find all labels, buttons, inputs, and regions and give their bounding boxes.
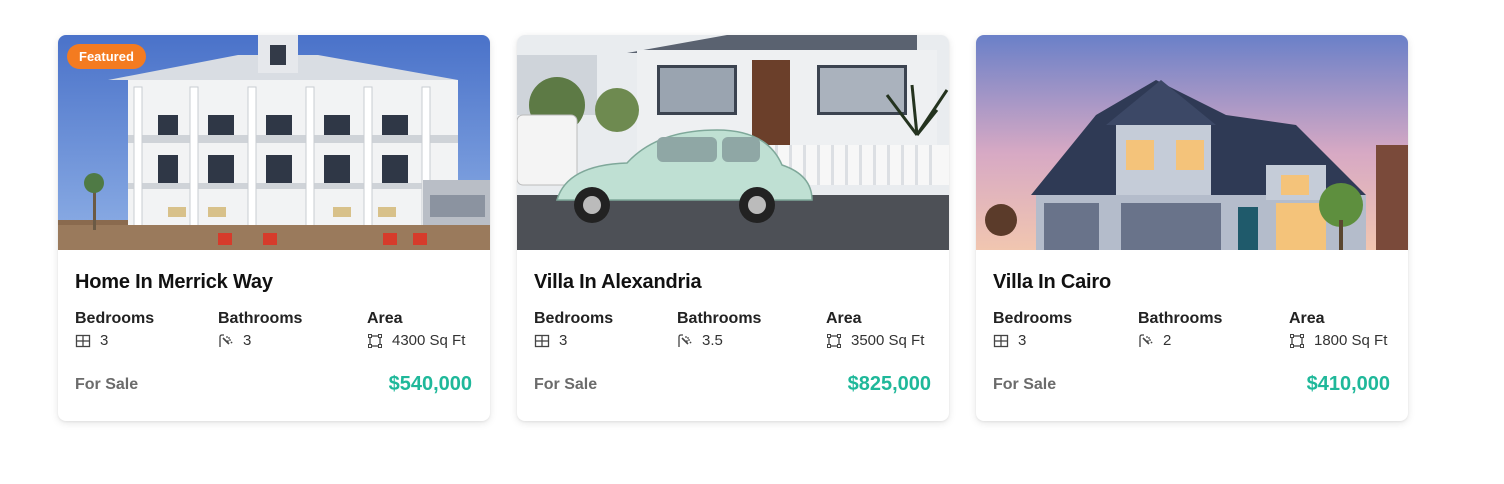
bathrooms-value: 3.5 (702, 332, 723, 349)
property-card[interactable]: Featured Home In Merrick Way Bedrooms 3 … (58, 35, 490, 421)
bed-grid-icon (75, 333, 91, 349)
bathrooms-spec: Bathrooms 3 (218, 310, 367, 349)
bathrooms-label: Bathrooms (677, 310, 762, 327)
price: $825,000 (847, 373, 931, 395)
area-spec: Area 3500 Sq Ft (826, 310, 924, 349)
bedrooms-spec: Bedrooms 3 (75, 310, 218, 349)
shower-icon (1138, 333, 1154, 349)
area-label: Area (367, 310, 403, 327)
price: $410,000 (1306, 373, 1390, 395)
bedrooms-value: 3 (1018, 332, 1027, 349)
shower-icon (677, 333, 693, 349)
area-value: 3500 Sq Ft (851, 332, 925, 349)
property-title[interactable]: Villa In Cairo (993, 271, 1390, 294)
bathrooms-value: 3 (243, 332, 252, 349)
property-title[interactable]: Home In Merrick Way (75, 271, 472, 294)
status-label: For Sale (75, 375, 139, 393)
bedrooms-label: Bedrooms (75, 310, 155, 327)
price: $540,000 (388, 373, 472, 395)
bed-grid-icon (534, 333, 550, 349)
area-value: 4300 Sq Ft (392, 332, 466, 349)
area-spec: Area 4300 Sq Ft (367, 310, 465, 349)
bedrooms-label: Bedrooms (534, 310, 614, 327)
bedrooms-value: 3 (100, 332, 109, 349)
bedrooms-label: Bedrooms (993, 310, 1073, 327)
area-square-icon (367, 333, 383, 349)
property-card[interactable]: Villa In Alexandria Bedrooms 3 Bathrooms (517, 35, 949, 421)
property-photo[interactable] (976, 35, 1408, 250)
area-square-icon (1289, 333, 1305, 349)
property-title[interactable]: Villa In Alexandria (534, 271, 931, 294)
property-specs: Bedrooms 3 Bathrooms 3 Area 4300 Sq Ft (75, 310, 472, 349)
bathrooms-label: Bathrooms (1138, 310, 1223, 327)
area-square-icon (826, 333, 842, 349)
area-value: 1800 Sq Ft (1314, 332, 1388, 349)
bathrooms-value: 2 (1163, 332, 1172, 349)
bathrooms-label: Bathrooms (218, 310, 303, 327)
property-photo[interactable]: Featured (58, 35, 490, 250)
shower-icon (218, 333, 234, 349)
bathrooms-spec: Bathrooms 3.5 (677, 310, 826, 349)
listing-cards: Featured Home In Merrick Way Bedrooms 3 … (58, 35, 1408, 421)
area-label: Area (826, 310, 862, 327)
bathrooms-spec: Bathrooms 2 (1138, 310, 1289, 349)
bedrooms-spec: Bedrooms 3 (534, 310, 677, 349)
bed-grid-icon (993, 333, 1009, 349)
property-specs: Bedrooms 3 Bathrooms 2 Area 1800 Sq Ft (993, 310, 1390, 349)
status-label: For Sale (993, 375, 1057, 393)
bedrooms-spec: Bedrooms 3 (993, 310, 1138, 349)
status-label: For Sale (534, 375, 598, 393)
area-label: Area (1289, 310, 1325, 327)
property-specs: Bedrooms 3 Bathrooms 3.5 Area 3500 Sq Ft (534, 310, 931, 349)
property-photo[interactable] (517, 35, 949, 250)
property-card[interactable]: Villa In Cairo Bedrooms 3 Bathrooms 2 Ar… (976, 35, 1408, 421)
area-spec: Area 1800 Sq Ft (1289, 310, 1387, 349)
featured-badge: Featured (67, 44, 146, 69)
bedrooms-value: 3 (559, 332, 568, 349)
